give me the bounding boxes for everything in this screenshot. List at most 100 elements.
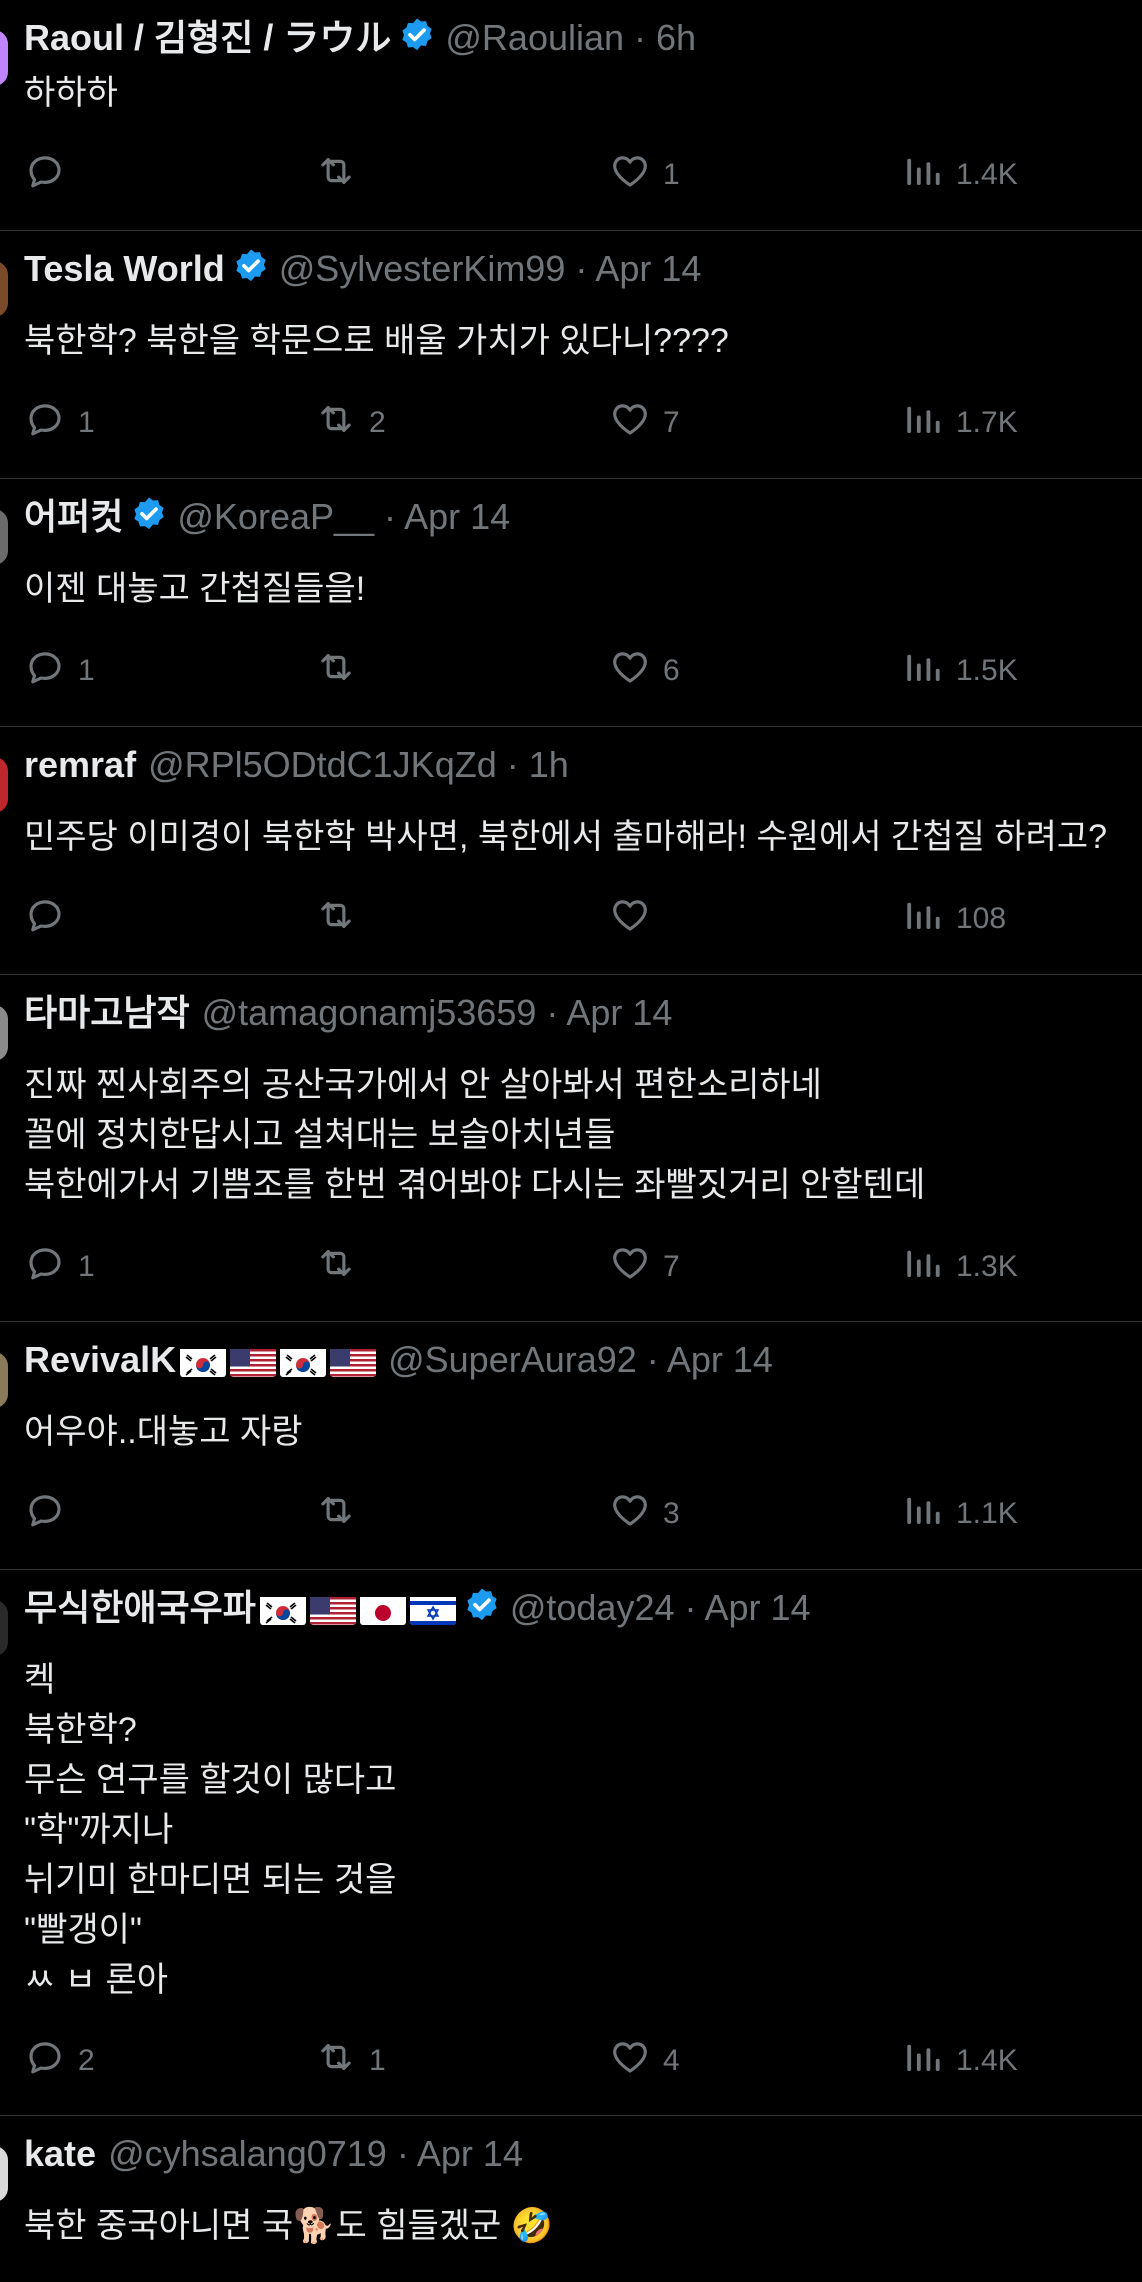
views-icon: [902, 398, 956, 448]
user-handle[interactable]: @cyhsalang0719: [108, 2133, 387, 2174]
reply-icon: [24, 1242, 78, 1292]
like-button[interactable]: 7: [609, 398, 680, 448]
retweet-icon: [315, 1489, 369, 1539]
tweet[interactable]: Raoul / 김형진 / ラウル @Raoulian · 6h 하하하 1 1.…: [0, 0, 1142, 231]
timestamp[interactable]: Apr 14: [417, 2133, 523, 2174]
avatar[interactable]: [0, 757, 8, 813]
timestamp[interactable]: 6h: [656, 17, 696, 58]
avatar[interactable]: [0, 509, 8, 565]
reply-button[interactable]: 1: [24, 1242, 95, 1292]
verified-badge-icon: [462, 1586, 502, 1626]
like-count: 1: [663, 158, 680, 191]
retweet-button[interactable]: [315, 646, 369, 696]
user-handle[interactable]: @today24: [510, 1587, 675, 1628]
reply-icon: [24, 646, 78, 696]
tweet[interactable]: 어퍼컷 @KoreaP__ · Apr 14 이젠 대놓고 간첩질들을! 1 6 …: [0, 479, 1142, 727]
avatar[interactable]: [0, 1352, 8, 1408]
retweet-button[interactable]: [315, 150, 369, 200]
views-button[interactable]: 1.3K: [902, 1242, 1018, 1292]
like-button[interactable]: 1: [609, 150, 680, 200]
timestamp[interactable]: 1h: [529, 744, 569, 785]
reply-button[interactable]: 1: [24, 646, 95, 696]
avatar[interactable]: [0, 1005, 8, 1061]
tweet[interactable]: 타마고남작 @tamagonamj53659 · Apr 14 진짜 찐사회주의 …: [0, 975, 1142, 1322]
flag-us-icon: [330, 1345, 377, 1377]
like-count: 7: [663, 406, 680, 439]
reply-button[interactable]: [24, 1489, 78, 1539]
views-icon: [902, 894, 956, 944]
view-count: 1.4K: [956, 158, 1018, 191]
timestamp[interactable]: Apr 14: [667, 1339, 773, 1380]
avatar[interactable]: [0, 2146, 8, 2202]
user-handle[interactable]: @RPl5ODtdC1JKqZd: [148, 744, 497, 785]
retweet-button[interactable]: [315, 1489, 369, 1539]
reply-button[interactable]: 1: [24, 398, 95, 448]
views-button[interactable]: 1.7K: [902, 398, 1018, 448]
reply-button[interactable]: [24, 150, 78, 200]
views-icon: [902, 646, 956, 696]
views-button[interactable]: 1.5K: [902, 646, 1018, 696]
user-handle[interactable]: @KoreaP__: [177, 496, 374, 537]
display-name[interactable]: 타마고남작: [24, 992, 190, 1033]
view-count: 1.5K: [956, 654, 1018, 687]
views-button[interactable]: 1.1K: [902, 1489, 1018, 1539]
views-button[interactable]: 1.4K: [902, 150, 1018, 200]
display-name[interactable]: 무식한애국우파: [24, 1587, 256, 1628]
display-name[interactable]: RevivalK: [24, 1339, 176, 1380]
timestamp[interactable]: Apr 14: [566, 992, 672, 1033]
like-button[interactable]: 7: [609, 1242, 680, 1292]
tweet-text: 진짜 찐사회주의 공산국가에서 안 살아봐서 편한소리하네 꼴에 정치한답시고 …: [24, 1066, 926, 1204]
display-name[interactable]: Raoul / 김형진 / ラウル: [24, 17, 391, 58]
views-button[interactable]: 108: [902, 894, 1006, 944]
tweet-text: 북한학? 북한을 학문으로 배울 가치가 있다니????: [24, 322, 729, 360]
retweet-icon: [315, 1242, 369, 1292]
separator-dot: ·: [386, 2133, 417, 2174]
avatar[interactable]: [0, 30, 8, 86]
retweet-icon: [315, 646, 369, 696]
retweet-button[interactable]: 1: [315, 2036, 386, 2086]
reply-count: 1: [78, 1250, 95, 1283]
retweet-button[interactable]: [315, 894, 369, 944]
user-handle[interactable]: @Raoulian: [445, 17, 624, 58]
flag-il-icon: [409, 1593, 456, 1625]
tweet[interactable]: kate @cyhsalang0719 · Apr 14 북한 중국아니면 국🐕도…: [0, 2116, 1142, 2282]
like-button[interactable]: 3: [609, 1489, 680, 1539]
reply-button[interactable]: 2: [24, 2036, 95, 2086]
reply-button[interactable]: [24, 894, 78, 944]
tweet[interactable]: Tesla World @SylvesterKim99 · Apr 14 북한학?…: [0, 231, 1142, 479]
retweet-icon: [315, 2036, 369, 2086]
user-handle[interactable]: @SuperAura92: [388, 1339, 637, 1380]
display-name[interactable]: remraf: [24, 744, 136, 785]
avatar[interactable]: [0, 261, 8, 317]
display-name[interactable]: Tesla World: [24, 248, 225, 289]
user-handle[interactable]: @SylvesterKim99: [279, 248, 566, 289]
tweet-actions: 2 1 4 1.4K: [0, 2036, 1142, 2086]
views-button[interactable]: 1.4K: [902, 2036, 1018, 2086]
separator-dot: ·: [674, 1587, 705, 1628]
tweet-text: 하하하: [24, 74, 118, 112]
tweet-actions: 1 6 1.5K: [0, 646, 1142, 696]
tweet-actions: 1 2 7 1.7K: [0, 398, 1142, 448]
timestamp[interactable]: Apr 14: [404, 496, 510, 537]
like-button[interactable]: [609, 894, 663, 944]
tweet[interactable]: 무식한애국우파 @today24 · Apr 14 켁 북한학? 무슨 연구를 할…: [0, 1570, 1142, 2116]
avatar[interactable]: [0, 1600, 8, 1656]
user-handle[interactable]: @tamagonamj53659: [202, 992, 537, 1033]
tweet-actions: 108: [0, 894, 1142, 944]
display-name[interactable]: 어퍼컷: [24, 496, 123, 537]
like-count: 7: [663, 1250, 680, 1283]
retweet-count: 1: [369, 2044, 386, 2077]
retweet-button[interactable]: [315, 1242, 369, 1292]
view-count: 1.3K: [956, 1250, 1018, 1283]
timestamp[interactable]: Apr 14: [595, 248, 701, 289]
retweet-button[interactable]: 2: [315, 398, 386, 448]
timestamp[interactable]: Apr 14: [705, 1587, 811, 1628]
tweet[interactable]: remraf @RPl5ODtdC1JKqZd · 1h 민주당 이미경이 북한학…: [0, 727, 1142, 975]
retweet-count: 2: [369, 406, 386, 439]
heart-icon: [609, 1242, 663, 1292]
tweet[interactable]: RevivalK @SuperAura92 · Apr 14 어우야..대놓고 자…: [0, 1322, 1142, 1570]
display-name[interactable]: kate: [24, 2133, 96, 2174]
tweet-header: 무식한애국우파 @today24 · Apr 14: [24, 1584, 811, 1632]
like-button[interactable]: 6: [609, 646, 680, 696]
like-button[interactable]: 4: [609, 2036, 680, 2086]
